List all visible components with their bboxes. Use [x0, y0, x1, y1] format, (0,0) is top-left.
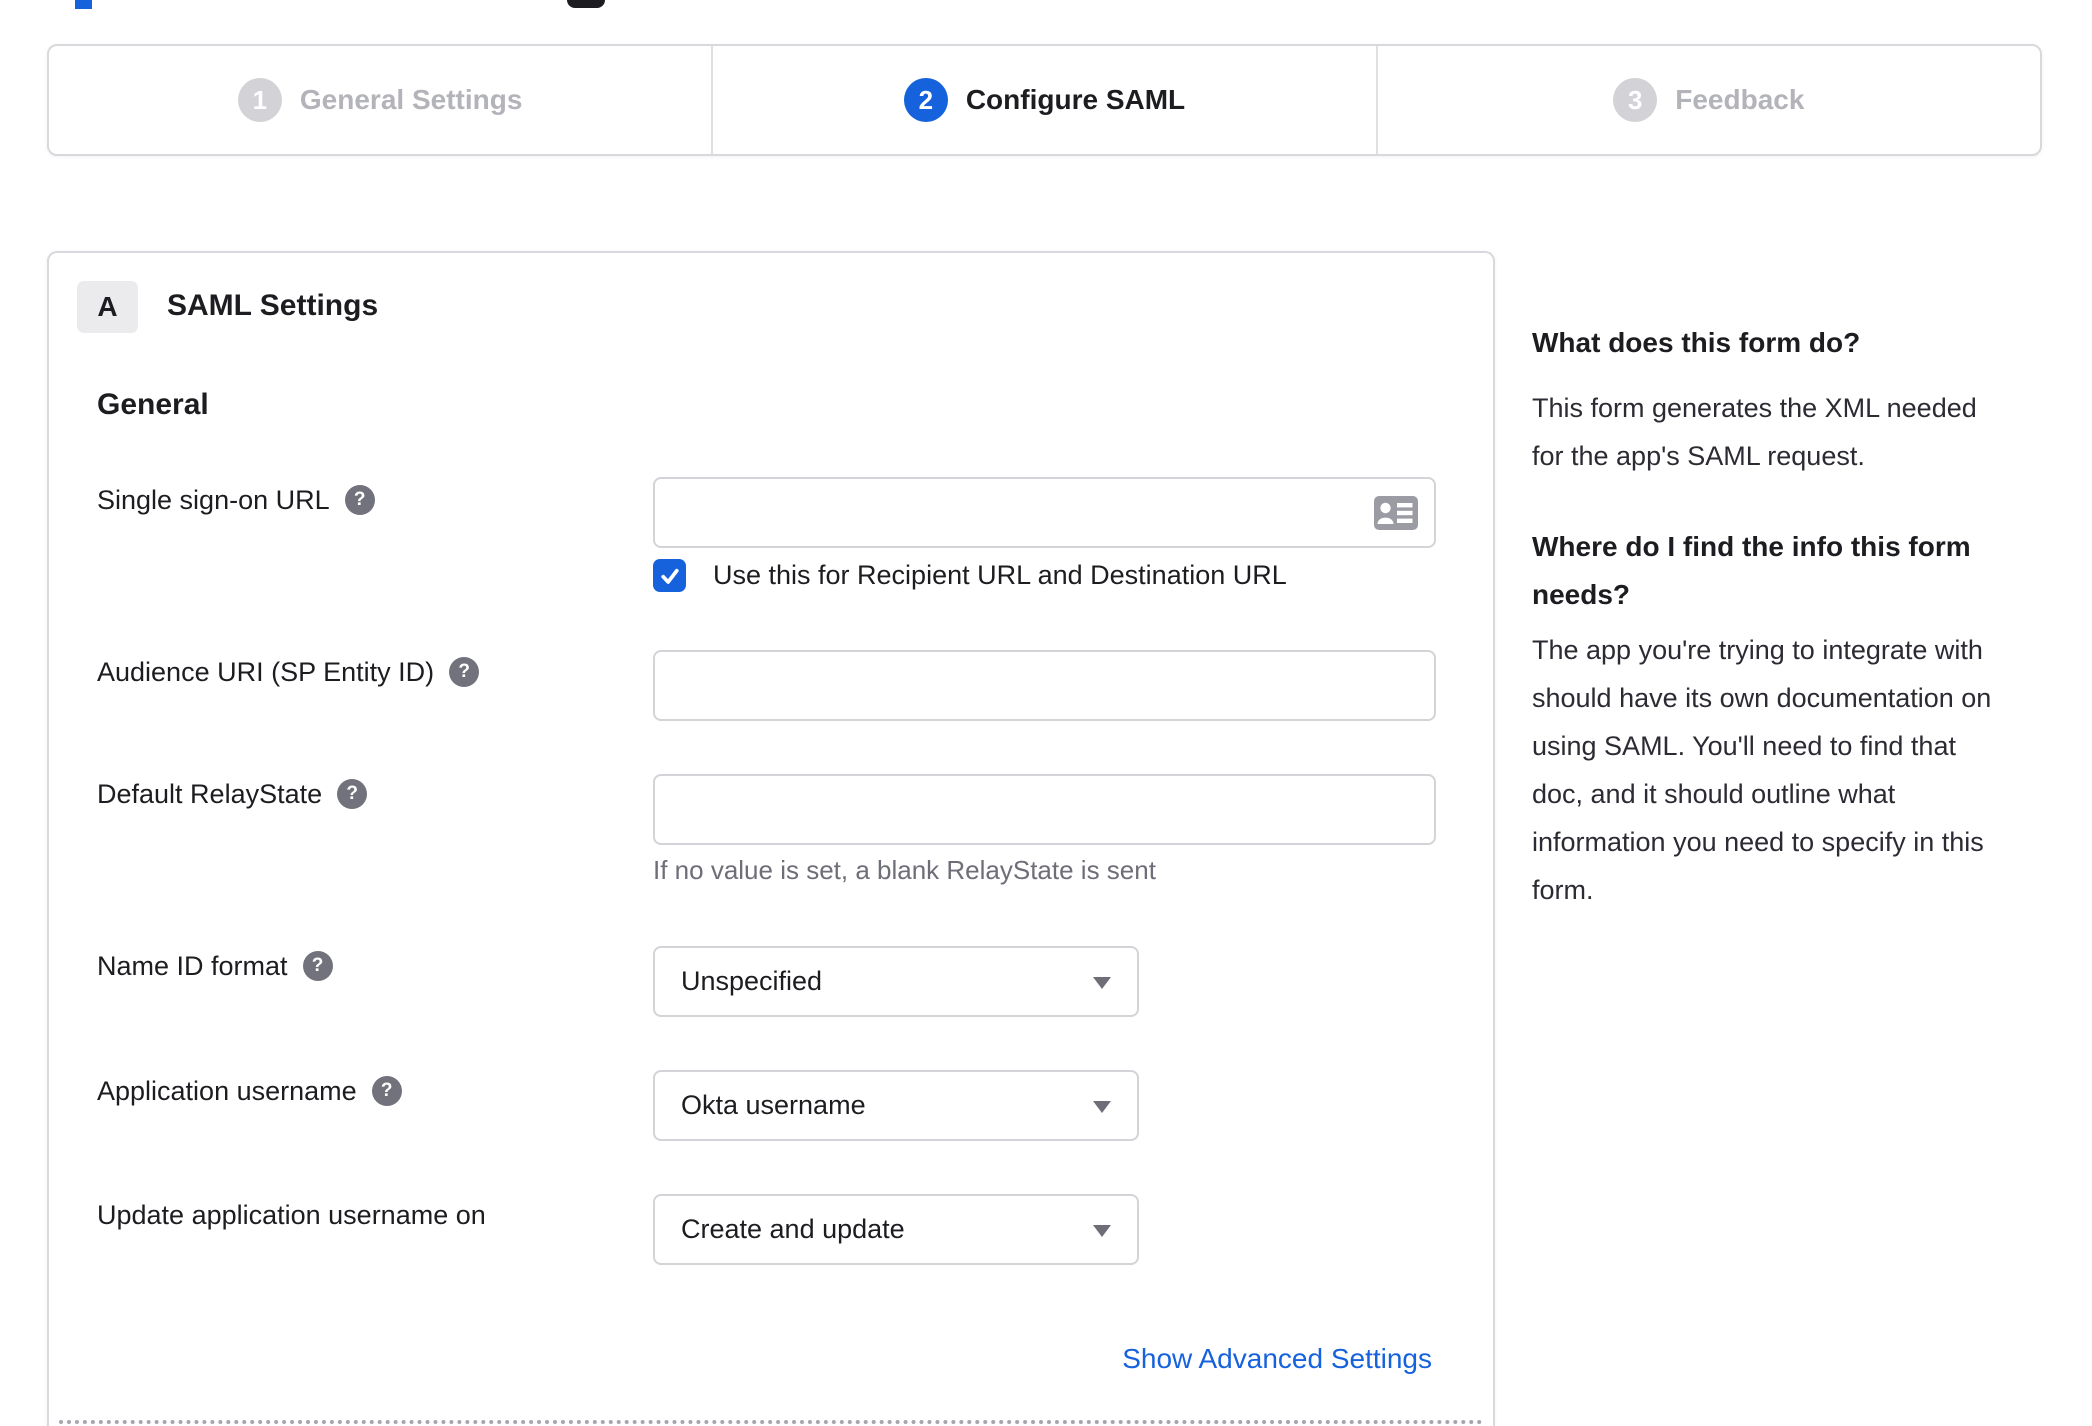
step-2-circle: 2	[903, 78, 948, 122]
relay-state-help-icon[interactable]: ?	[337, 779, 368, 809]
checkmark-icon	[660, 568, 679, 584]
sso-url-label: Single sign-on URL	[97, 484, 330, 515]
show-advanced-settings-link[interactable]: Show Advanced Settings	[1122, 1335, 1432, 1383]
configure-saml-page: 1 General Settings 2 Configure SAML 3 Fe…	[0, 0, 2092, 1426]
sidebar-q2-body-line: doc, and it should outline what	[1532, 779, 1896, 809]
sidebar-q2-body-line: The app you're trying to integrate with	[1532, 635, 1983, 665]
saml-settings-panel: A SAML Settings General Single sign-on U…	[47, 251, 1495, 1426]
wizard-stepper: 1 General Settings 2 Configure SAML 3 Fe…	[47, 44, 2042, 156]
step-3-circle: 3	[1613, 78, 1658, 122]
name-id-format-value: Unspecified	[681, 966, 823, 996]
page-top-dark-fragment	[567, 0, 605, 8]
panel-title: SAML Settings	[167, 289, 379, 322]
relay-state-label-row: Default RelayState ?	[97, 770, 368, 818]
sso-url-input[interactable]	[653, 477, 1436, 548]
step-1-circle: 1	[237, 78, 282, 122]
sidebar-q1-body-line: This form generates the XML needed	[1532, 393, 1977, 423]
sso-url-label-row: Single sign-on URL ?	[97, 476, 375, 524]
step-configure-saml: 2 Configure SAML	[711, 46, 1375, 154]
sidebar-q2-body-line: should have its own documentation on	[1532, 683, 1992, 713]
app-username-value: Okta username	[681, 1090, 866, 1120]
update-username-label: Update application username on	[97, 1199, 486, 1230]
step-3-label: Feedback	[1675, 84, 1805, 115]
sidebar-q2-title-line: Where do I find the info this form	[1532, 531, 1971, 562]
app-username-select[interactable]: Okta username	[653, 1070, 1139, 1141]
name-id-format-label: Name ID format	[97, 950, 288, 981]
step-feedback: 3 Feedback	[1375, 46, 2040, 154]
update-username-value: Create and update	[681, 1214, 905, 1244]
app-username-label: Application username	[97, 1075, 357, 1106]
sidebar-q2-body-line: using SAML. You'll need to find that	[1532, 731, 1956, 761]
sidebar-q2-body-line: form.	[1532, 875, 1594, 905]
app-username-help-icon[interactable]: ?	[371, 1076, 402, 1106]
audience-uri-help-icon[interactable]: ?	[449, 657, 480, 687]
step-general-settings: 1 General Settings	[49, 46, 711, 154]
audience-uri-label-row: Audience URI (SP Entity ID) ?	[97, 648, 480, 696]
sidebar-q1-body-line: for the app's SAML request.	[1532, 441, 1865, 471]
recipient-url-checkbox-label[interactable]: Use this for Recipient URL and Destinati…	[713, 551, 1287, 599]
name-id-format-select[interactable]: Unspecified	[653, 946, 1139, 1017]
step-2-label: Configure SAML	[965, 84, 1186, 115]
contact-card-icon	[1374, 495, 1418, 530]
audience-uri-input[interactable]	[653, 650, 1436, 721]
step-1-label: General Settings	[299, 84, 523, 115]
page-top-blue-fragment	[75, 0, 92, 9]
sidebar-q2-body-line: information you need to specify in this	[1532, 827, 1984, 857]
relay-state-input[interactable]	[653, 774, 1436, 845]
recipient-url-checkbox[interactable]	[653, 559, 686, 592]
update-username-select[interactable]: Create and update	[653, 1194, 1139, 1265]
audience-uri-label: Audience URI (SP Entity ID)	[97, 656, 435, 687]
sidebar-q1-title: What does this form do?	[1532, 327, 1861, 358]
update-username-label-row: Update application username on	[97, 1191, 486, 1239]
caret-down-icon	[1093, 1100, 1111, 1113]
relay-state-label: Default RelayState	[97, 778, 323, 809]
relay-state-hint: If no value is set, a blank RelayState i…	[653, 855, 1156, 885]
sso-url-help-icon[interactable]: ?	[344, 485, 375, 515]
name-id-format-label-row: Name ID format ?	[97, 942, 333, 990]
sidebar-q2-title-line: needs?	[1532, 579, 1631, 610]
caret-down-icon	[1093, 976, 1111, 989]
sso-url-input-wrap	[653, 477, 1436, 548]
dashed-divider	[59, 1420, 1483, 1424]
general-group-heading: General	[97, 388, 209, 421]
caret-down-icon	[1093, 1224, 1111, 1237]
app-username-label-row: Application username ?	[97, 1067, 402, 1115]
name-id-format-help-icon[interactable]: ?	[302, 951, 333, 981]
section-a-badge: A	[77, 281, 138, 333]
